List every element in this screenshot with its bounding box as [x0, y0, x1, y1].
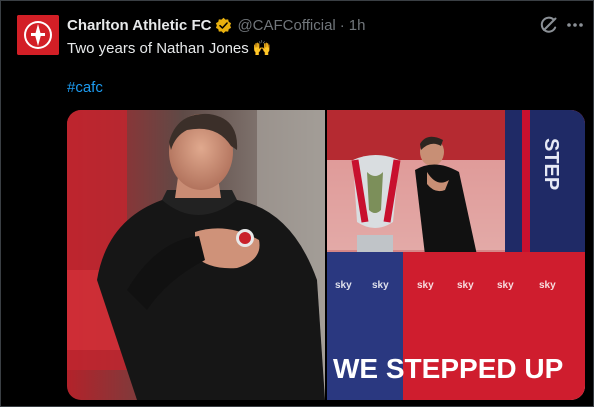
more-icon[interactable]	[564, 14, 586, 36]
svg-text:sky: sky	[497, 280, 514, 291]
banner-text: WE STEPPED UP	[333, 353, 563, 384]
board-text: STEP	[540, 138, 562, 190]
media-grid[interactable]: STEP sky sky sky sky sky sky WE STEPPED UP	[67, 110, 585, 400]
hashtag-link[interactable]: #cafc	[67, 79, 103, 96]
club-crest-icon	[17, 15, 59, 55]
svg-text:sky: sky	[417, 280, 434, 291]
svg-text:sky: sky	[335, 280, 352, 291]
svg-text:sky: sky	[457, 280, 474, 291]
svg-text:sky: sky	[372, 280, 389, 291]
timestamp[interactable]: 1h	[349, 17, 366, 34]
grok-icon[interactable]	[539, 15, 559, 35]
tweet-text: Two years of Nathan Jones 🙌	[67, 40, 272, 57]
trophy-celebration-photo[interactable]: STEP sky sky sky sky sky sky WE STEPPED UP	[327, 110, 585, 400]
display-name[interactable]: Charlton Athletic FC	[67, 17, 211, 34]
svg-text:sky: sky	[539, 280, 556, 291]
avatar[interactable]	[17, 15, 59, 55]
tweet-header: Charlton Athletic FC @CAFCofficial · 1h	[67, 14, 365, 36]
manager-hand-on-chest-photo[interactable]	[67, 110, 325, 400]
handle[interactable]: @CAFCofficial	[237, 17, 335, 34]
verified-badge-icon	[216, 17, 232, 33]
separator: ·	[339, 16, 345, 34]
